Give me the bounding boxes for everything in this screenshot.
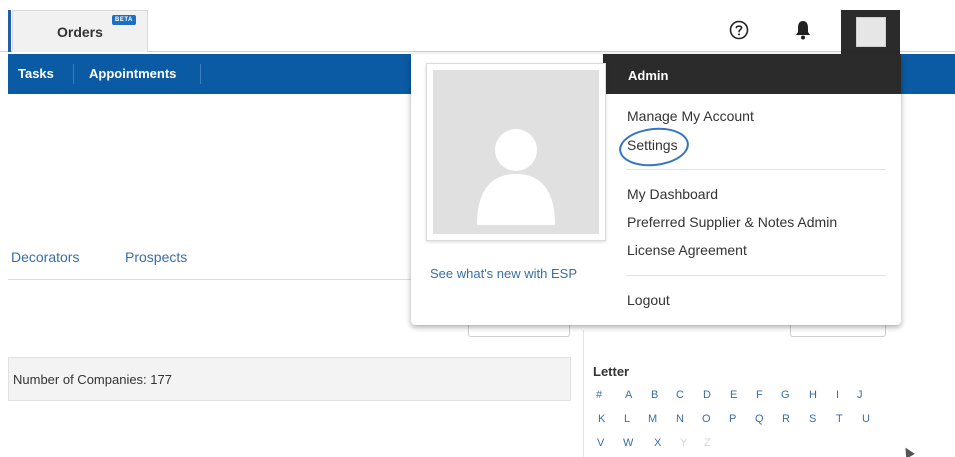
menu-divider	[626, 169, 886, 170]
letter-link-p[interactable]: P	[729, 413, 736, 425]
companies-count-bar: Number of Companies: 177	[8, 357, 571, 401]
letter-link-d[interactable]: D	[703, 389, 711, 401]
letter-link-f[interactable]: F	[756, 389, 763, 401]
letter-link-r[interactable]: R	[782, 413, 790, 425]
user-role-label: Admin	[628, 68, 669, 83]
letter-row-2: K L M N O P Q R S T U	[596, 413, 896, 431]
tab-prospects[interactable]: Prospects	[125, 249, 187, 265]
letter-link-s[interactable]: S	[809, 413, 816, 425]
nav-item-appointments[interactable]: Appointments	[89, 66, 176, 81]
tab-decorators[interactable]: Decorators	[11, 249, 79, 265]
letter-link-j[interactable]: J	[857, 389, 863, 401]
tab-orders[interactable]: Orders BETA	[12, 10, 148, 52]
letter-link-l[interactable]: L	[624, 413, 630, 425]
letter-link-t[interactable]: T	[836, 413, 843, 425]
active-tab-indicator	[8, 10, 11, 52]
letter-link-e[interactable]: E	[730, 389, 737, 401]
user-silhouette-icon	[477, 129, 555, 225]
letter-link-y: Y	[680, 437, 688, 449]
letter-link-k[interactable]: K	[598, 413, 605, 425]
letter-link-n[interactable]: N	[676, 413, 684, 425]
letter-link-o[interactable]: O	[702, 413, 711, 425]
beta-badge: BETA	[112, 15, 136, 25]
menu-divider	[626, 275, 886, 276]
hidden-action-button[interactable]	[790, 323, 886, 337]
menu-item-preferred-supplier[interactable]: Preferred Supplier & Notes Admin	[627, 214, 837, 230]
user-menu-header: Admin	[603, 54, 901, 94]
letter-link-m[interactable]: M	[648, 413, 657, 425]
letter-link-hash[interactable]: #	[596, 389, 602, 401]
letter-filter-title: Letter	[593, 364, 630, 379]
nav-divider	[200, 64, 201, 84]
panel-divider	[583, 330, 584, 457]
letter-link-x[interactable]: X	[654, 437, 661, 449]
profile-placeholder	[433, 70, 599, 234]
mouse-cursor-icon	[901, 445, 915, 457]
letter-link-u[interactable]: U	[862, 413, 870, 425]
nav-divider	[73, 64, 74, 84]
letter-row-1: # A B C D E F G H I J	[596, 389, 896, 407]
letter-link-b[interactable]: B	[651, 389, 658, 401]
whats-new-link[interactable]: See what's new with ESP	[430, 266, 577, 281]
user-avatar-icon	[855, 17, 886, 47]
menu-item-dashboard[interactable]: My Dashboard	[627, 186, 718, 202]
letter-row-3: V W X Y Z	[596, 437, 896, 455]
nav-item-tasks[interactable]: Tasks	[18, 66, 54, 81]
letter-link-w[interactable]: W	[623, 437, 633, 449]
letter-link-a[interactable]: A	[625, 389, 632, 401]
help-circle-icon[interactable]	[729, 20, 749, 40]
letter-link-c[interactable]: C	[676, 389, 684, 401]
menu-item-license-agreement[interactable]: License Agreement	[627, 242, 747, 258]
hidden-action-button[interactable]	[468, 323, 570, 337]
letter-link-g[interactable]: G	[781, 389, 790, 401]
letter-link-h[interactable]: H	[809, 389, 817, 401]
menu-item-logout[interactable]: Logout	[627, 292, 670, 308]
menu-item-manage-account[interactable]: Manage My Account	[627, 108, 754, 124]
companies-count: Number of Companies: 177	[13, 371, 172, 387]
tab-orders-label: Orders	[57, 23, 103, 40]
letter-link-q[interactable]: Q	[755, 413, 764, 425]
letter-link-i[interactable]: I	[836, 389, 839, 401]
profile-photo[interactable]	[426, 63, 606, 241]
user-menu-button[interactable]	[841, 10, 900, 54]
letter-link-z: Z	[704, 437, 711, 449]
top-bar: Orders BETA	[0, 0, 955, 54]
letter-link-v[interactable]: V	[597, 437, 604, 449]
bell-icon[interactable]	[794, 19, 812, 41]
